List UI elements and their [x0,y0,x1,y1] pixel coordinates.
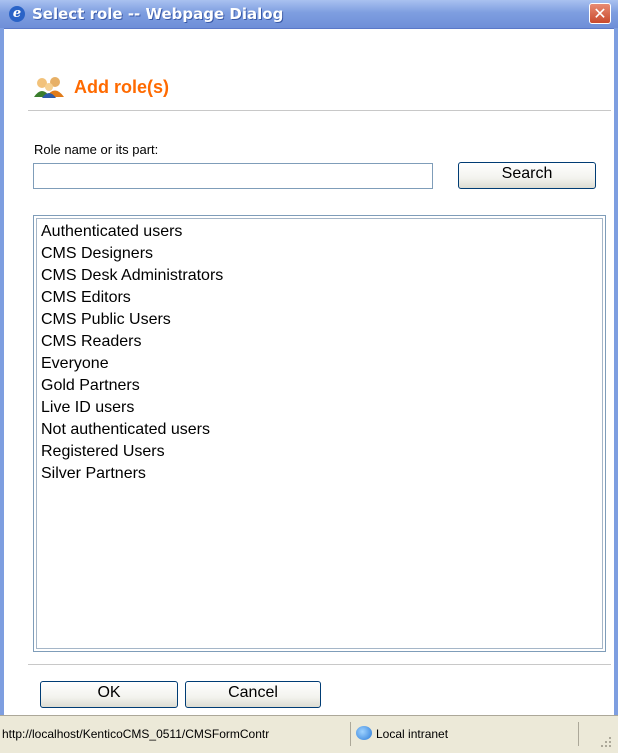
header-divider [28,110,611,111]
security-zone-label: Local intranet [376,727,449,741]
role-name-input[interactable] [33,163,433,189]
title-bar: e Select role -- Webpage Dialog ✕ [0,0,618,29]
cancel-button[interactable]: Cancel [185,681,321,708]
window-frame-right [614,28,618,715]
ok-button[interactable]: OK [40,681,178,708]
roles-list: Authenticated users CMS Designers CMS De… [38,221,223,485]
list-item[interactable]: CMS Public Users [38,309,223,331]
list-item[interactable]: Registered Users [38,441,223,463]
status-url: http://localhost/KenticoCMS_0511/CMSForm… [2,722,351,746]
status-bar: http://localhost/KenticoCMS_0511/CMSForm… [0,715,618,753]
intranet-globe-icon [356,726,372,740]
list-item[interactable]: Everyone [38,353,223,375]
window-title: Select role -- Webpage Dialog [32,5,284,23]
roles-listbox[interactable]: Authenticated users CMS Designers CMS De… [33,215,606,652]
list-item[interactable]: Authenticated users [38,221,223,243]
close-button[interactable]: ✕ [589,3,611,24]
list-item[interactable]: Not authenticated users [38,419,223,441]
list-item[interactable]: Silver Partners [38,463,223,485]
list-item[interactable]: Live ID users [38,397,223,419]
status-divider [578,722,579,746]
footer-divider [28,664,611,665]
close-icon: ✕ [593,4,607,23]
window-frame-left [0,28,4,715]
search-button[interactable]: Search [458,162,596,189]
list-item[interactable]: Gold Partners [38,375,223,397]
resize-grip-icon[interactable] [598,734,612,748]
list-item[interactable]: CMS Readers [38,331,223,353]
dialog-heading: Add role(s) [74,77,170,97]
list-item[interactable]: CMS Desk Administrators [38,265,223,287]
list-item[interactable]: CMS Designers [38,243,223,265]
list-item[interactable]: CMS Editors [38,287,223,309]
ie-logo-icon: e [9,6,25,22]
role-name-label: Role name or its part: [34,142,159,157]
users-icon [34,77,64,98]
